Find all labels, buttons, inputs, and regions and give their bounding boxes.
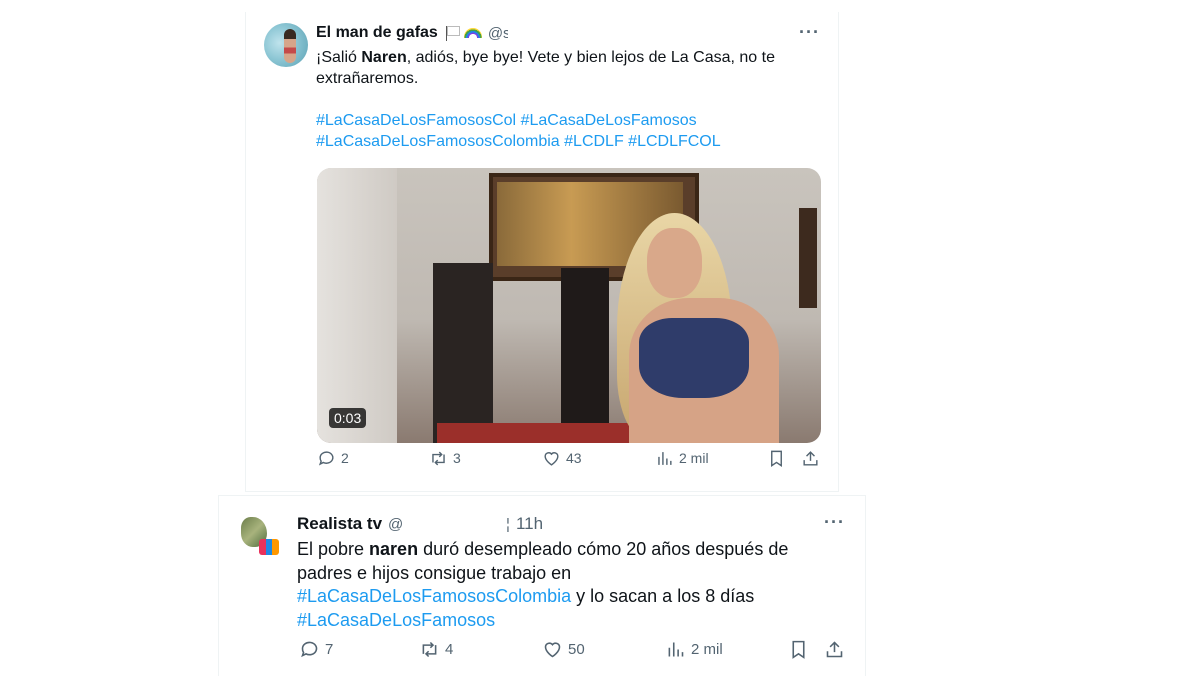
share-button[interactable]: [801, 449, 820, 468]
more-icon[interactable]: ···: [799, 22, 820, 43]
hashtag-link[interactable]: #LaCasaDeLosFamosos: [297, 610, 495, 630]
video-duration: 0:03: [329, 408, 367, 428]
reply-icon: [318, 450, 334, 465]
tweet-text: ¡Salió Naren, adiós, bye bye! Vete y bie…: [316, 49, 775, 150]
reply-button[interactable]: 2: [317, 449, 349, 468]
tweet-card[interactable]: El man de gafas @s ··· ¡Salió Naren, adi…: [245, 12, 839, 492]
author-handle[interactable]: @s: [488, 25, 508, 42]
views-icon: [668, 642, 684, 656]
tweet-header: Realista tv @ ¦ 11h: [297, 514, 543, 534]
bookmark-button[interactable]: [767, 449, 786, 468]
hashtag-link[interactable]: #LaCasaDeLosFamososCol: [316, 112, 516, 129]
reply-button[interactable]: 7: [299, 639, 333, 660]
like-icon: [544, 451, 559, 466]
like-icon: [544, 641, 561, 657]
timestamp[interactable]: 11h: [516, 514, 543, 534]
separator: ¦: [506, 515, 510, 533]
repost-button[interactable]: 3: [429, 449, 461, 468]
repost-button[interactable]: 4: [419, 639, 453, 660]
share-icon: [826, 640, 843, 657]
author-name[interactable]: Realista tv: [297, 514, 382, 534]
tweet-card[interactable]: Realista tv @ ¦ 11h ··· El pobre naren d…: [218, 495, 866, 676]
share-button[interactable]: [824, 639, 845, 660]
bookmark-button[interactable]: [788, 639, 809, 660]
hashtag-link[interactable]: #LaCasaDeLosFamososColombia: [316, 133, 560, 150]
tweet-text: El pobre naren duró desempleado cómo 20 …: [297, 539, 789, 630]
hashtag-link[interactable]: #LCDLF: [564, 133, 624, 150]
author-handle[interactable]: @: [388, 516, 506, 533]
share-icon: [803, 450, 818, 466]
like-button[interactable]: 50: [542, 639, 585, 660]
reply-icon: [301, 641, 318, 657]
flag-icon: [444, 25, 461, 41]
author-name[interactable]: El man de gafas: [316, 24, 438, 42]
hashtag-link[interactable]: #LaCasaDeLosFamosos: [521, 112, 697, 129]
video-player[interactable]: 0:03: [317, 168, 821, 443]
tweet-header: El man de gafas @s: [316, 24, 508, 42]
avatar[interactable]: [237, 513, 281, 557]
views-button[interactable]: 2 mil: [655, 449, 709, 468]
hashtag-link[interactable]: #LaCasaDeLosFamososColombia: [297, 586, 571, 606]
rainbow-icon: [463, 28, 482, 38]
views-button[interactable]: 2 mil: [665, 639, 723, 660]
repost-icon: [422, 641, 437, 657]
views-icon: [658, 451, 672, 465]
like-button[interactable]: 43: [542, 449, 582, 468]
more-icon[interactable]: ···: [824, 512, 845, 533]
bookmark-icon: [792, 640, 805, 659]
avatar[interactable]: [264, 23, 308, 67]
bookmark-icon: [771, 450, 782, 467]
repost-icon: [432, 451, 445, 465]
hashtag-link[interactable]: #LCDLFCOL: [628, 133, 720, 150]
